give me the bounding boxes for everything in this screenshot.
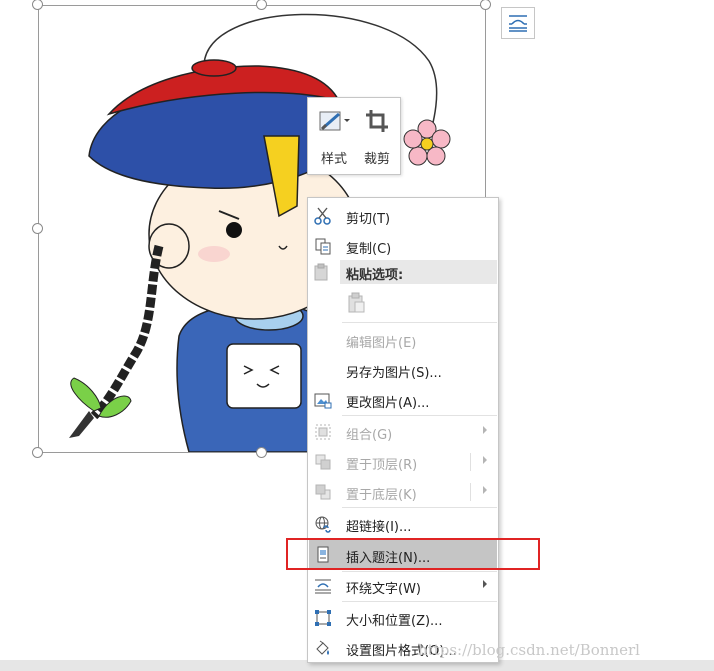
paste-options-icon (313, 263, 333, 283)
menu-item-group[interactable]: 组合(G) (309, 417, 497, 447)
layout-options-button[interactable] (501, 7, 535, 39)
menu-item-label: 环绕文字(W) (346, 582, 421, 597)
menu-item-label: 置于底层(K) (346, 488, 417, 503)
menu-item-label: 大小和位置(Z)... (346, 614, 443, 629)
menu-item-send-to-back[interactable]: 置于底层(K) (309, 477, 497, 507)
paste-options-header: 粘贴选项: (340, 260, 497, 284)
resize-handle-middle-left[interactable] (32, 223, 43, 234)
menu-separator (342, 322, 497, 323)
wrap-text-icon (313, 576, 333, 596)
menu-item-label: 编辑图片(E) (346, 336, 417, 351)
crop-button[interactable]: 裁剪 (356, 104, 398, 170)
menu-separator (342, 601, 497, 602)
menu-item-label: 更改图片(A)... (346, 396, 430, 411)
annotation-highlight-box (286, 538, 540, 570)
split-divider (470, 483, 471, 501)
menu-item-wrap-text[interactable]: 环绕文字(W) (309, 571, 497, 601)
change-picture-icon (313, 390, 333, 410)
mini-toolbar: 样式 裁剪 (307, 97, 401, 175)
submenu-arrow-icon (483, 426, 487, 434)
menu-item-label: 另存为图片(S)... (346, 366, 442, 381)
menu-item-cut[interactable]: 剪切(T) (309, 201, 497, 231)
menu-item-copy[interactable]: 复制(C) (309, 231, 497, 261)
picture-style-icon (319, 111, 350, 131)
format-picture-icon (313, 638, 333, 658)
submenu-arrow-icon (483, 486, 487, 494)
copy-icon (313, 236, 333, 256)
submenu-arrow-icon (483, 456, 487, 464)
submenu-arrow-icon (483, 580, 487, 588)
hyperlink-icon (313, 514, 333, 534)
watermark-text: https://blog.csdn.net/Bonnerl (418, 641, 640, 659)
menu-item-edit-picture[interactable]: 编辑图片(E) (309, 325, 497, 355)
resize-handle-top-right[interactable] (480, 0, 491, 10)
menu-item-label: 剪切(T) (346, 212, 391, 227)
scissors-icon (313, 206, 333, 226)
group-icon (313, 422, 333, 442)
menu-item-bring-to-front[interactable]: 置于顶层(R) (309, 447, 497, 477)
menu-item-label: 超链接(I)... (346, 520, 412, 535)
split-divider (470, 453, 471, 471)
paste-options-label: 粘贴选项: (346, 268, 404, 283)
menu-item-label: 复制(C) (346, 242, 392, 257)
crop-label: 裁剪 (363, 152, 390, 167)
bring-to-front-icon (313, 452, 333, 472)
crop-icon (366, 110, 388, 132)
menu-item-size-and-position[interactable]: 大小和位置(Z)... (309, 603, 497, 633)
menu-separator (342, 507, 497, 508)
send-to-back-icon (313, 482, 333, 502)
resize-handle-bottom-left[interactable] (32, 447, 43, 458)
menu-item-label: 组合(G) (346, 428, 393, 443)
menu-item-hyperlink[interactable]: 超链接(I)... (309, 509, 497, 539)
menu-separator (342, 415, 497, 416)
menu-item-change-picture[interactable]: 更改图片(A)... (309, 385, 497, 415)
context-menu: 剪切(T) 复制(C) 粘贴选项: 编辑图片(E) 另存为图片(S)... 更改… (307, 197, 499, 663)
style-label: 样式 (320, 152, 347, 167)
style-button[interactable]: 样式 (313, 104, 355, 170)
layout-options-icon (509, 15, 527, 32)
size-position-icon (313, 608, 333, 628)
clipboard-icon[interactable] (344, 291, 368, 315)
resize-handle-bottom-middle[interactable] (256, 447, 267, 458)
menu-item-label: 置于顶层(R) (346, 458, 418, 473)
menu-item-save-as-picture[interactable]: 另存为图片(S)... (309, 355, 497, 385)
